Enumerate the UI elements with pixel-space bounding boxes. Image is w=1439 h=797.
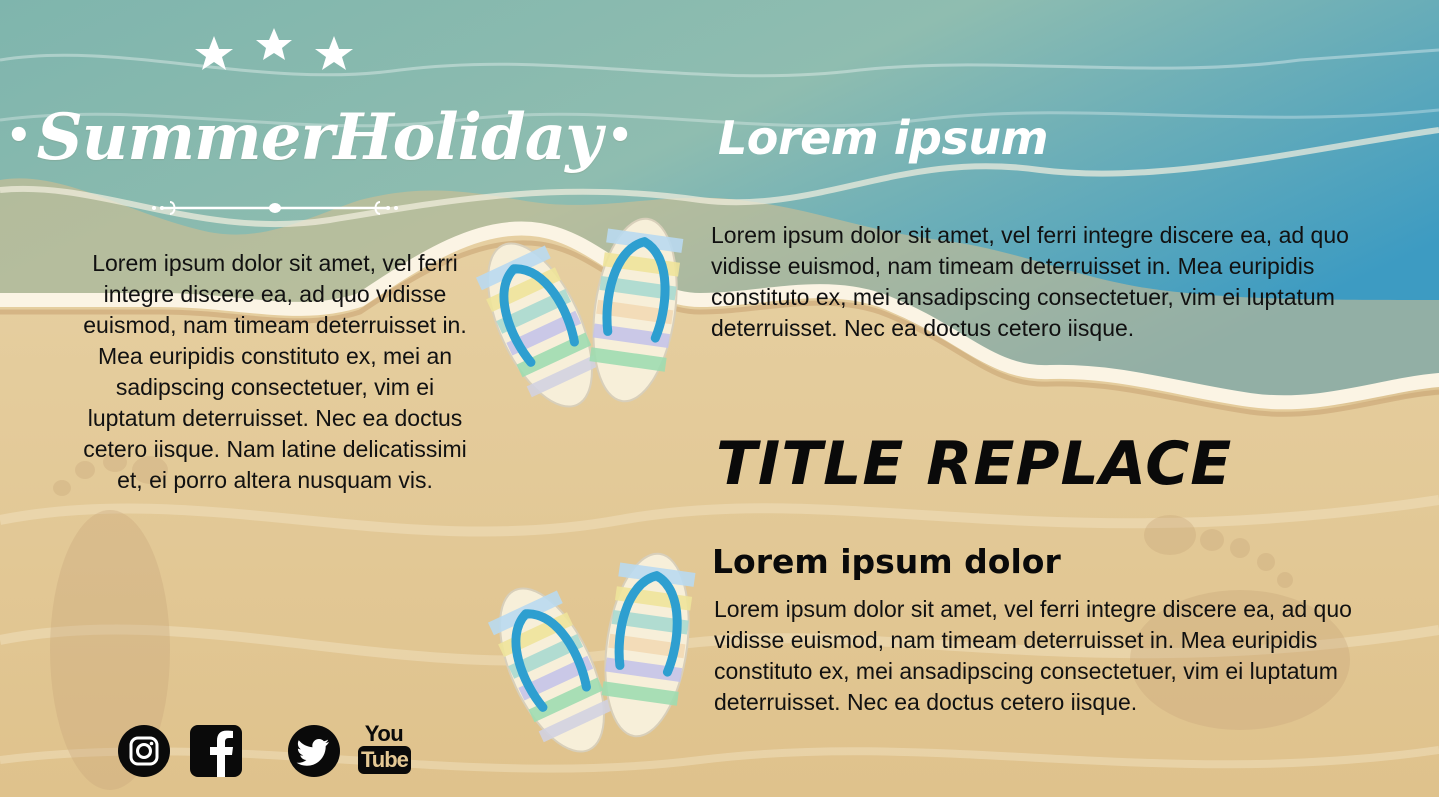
flip-flops-image bbox=[487, 552, 696, 753]
star-icon bbox=[315, 36, 353, 70]
title-replace-heading: TITLE REPLACE bbox=[716, 429, 1233, 499]
youtube-you-label: You bbox=[364, 721, 404, 746]
star-icon bbox=[256, 28, 292, 60]
ornamental-divider bbox=[152, 201, 398, 215]
facebook-icon[interactable] bbox=[188, 722, 244, 780]
twitter-icon[interactable] bbox=[286, 722, 342, 780]
flip-flops-image bbox=[475, 217, 684, 408]
instagram-icon[interactable] bbox=[116, 722, 172, 780]
youtube-tube-label: Tube bbox=[358, 746, 411, 774]
decorative-stars bbox=[195, 28, 353, 70]
lorem-ipsum-dolor-heading: Lorem ipsum dolor bbox=[712, 542, 1061, 581]
star-icon bbox=[195, 36, 233, 70]
title-word-summer: Summer bbox=[36, 100, 335, 175]
lorem-ipsum-heading: Lorem ipsum bbox=[718, 111, 1049, 165]
right-top-paragraph: Lorem ipsum dolor sit amet, vel ferri in… bbox=[711, 222, 1349, 341]
youtube-icon[interactable]: You Tube bbox=[358, 721, 411, 780]
left-paragraph: Lorem ipsum dolor sit amet, vel ferri in… bbox=[83, 250, 467, 493]
right-bottom-paragraph: Lorem ipsum dolor sit amet, vel ferri in… bbox=[714, 596, 1352, 715]
summer-holiday-title: •SummerHoliday • bbox=[0, 92, 633, 182]
title-dot-right: • bbox=[607, 112, 633, 159]
title-dot-left: • bbox=[6, 112, 32, 159]
title-word-holiday: Holiday bbox=[333, 100, 602, 175]
